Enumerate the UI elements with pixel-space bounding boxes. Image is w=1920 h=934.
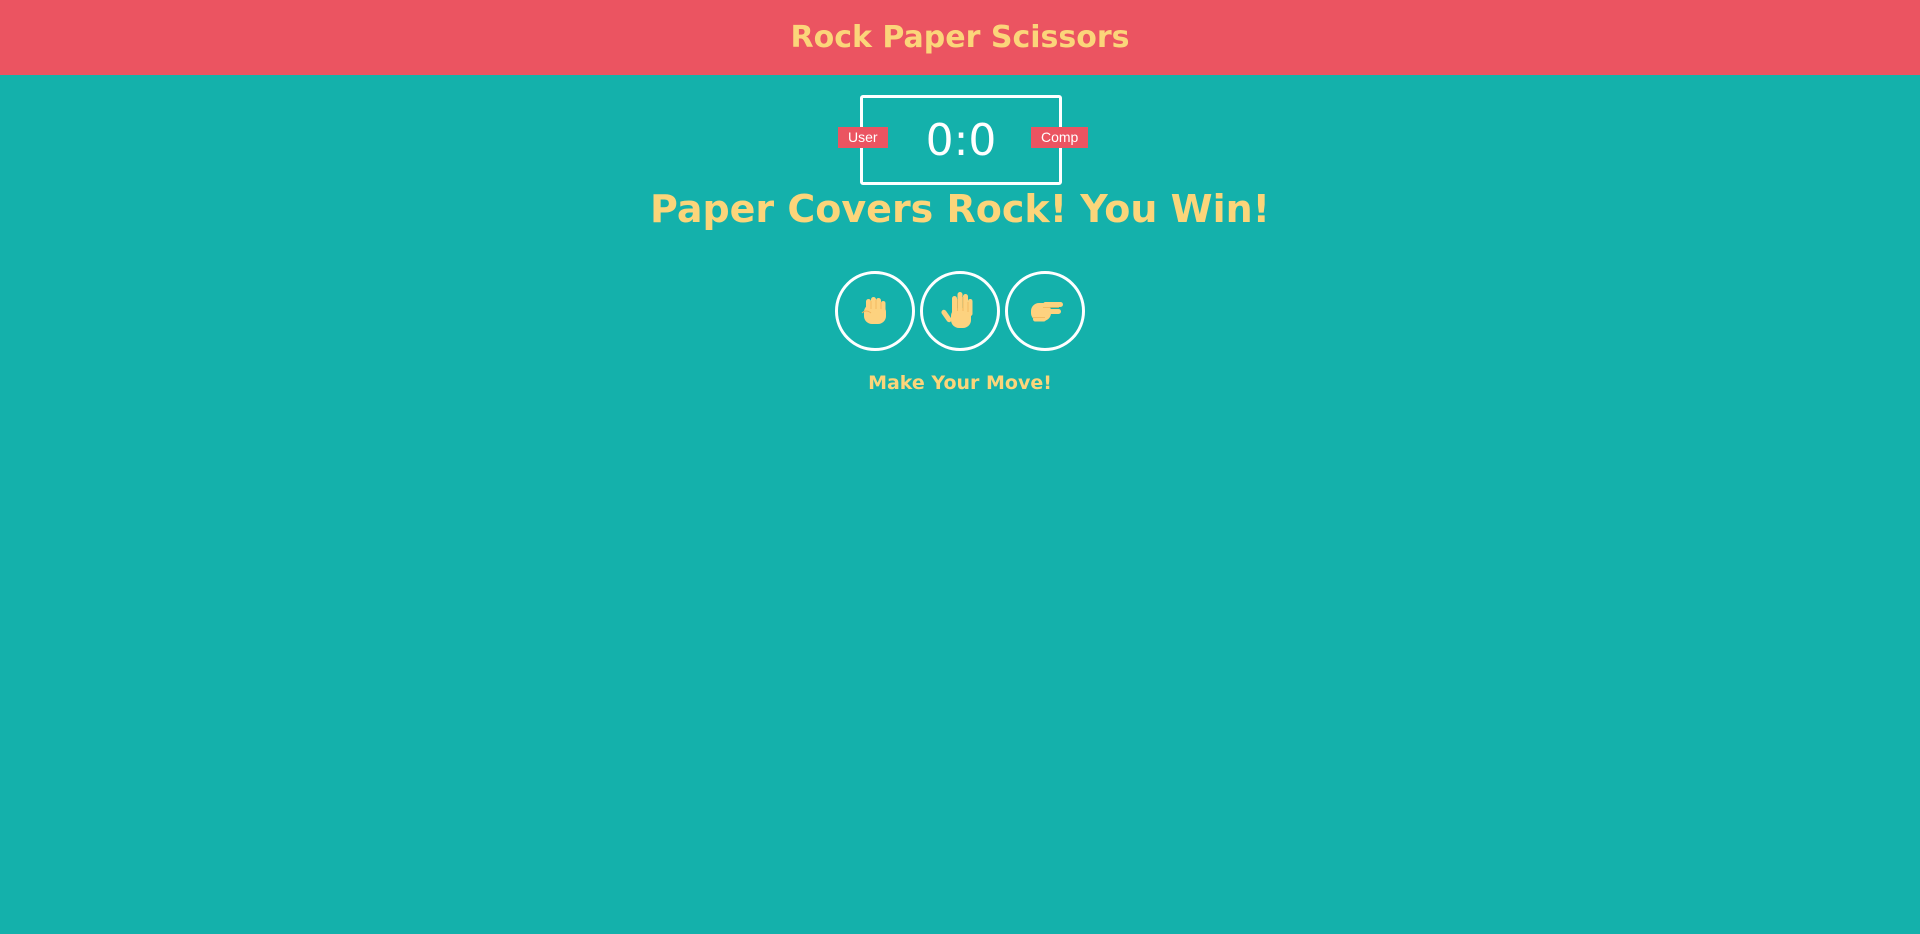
make-move-prompt: Make Your Move! <box>868 372 1052 394</box>
hand-icon <box>941 292 973 328</box>
result-message: Paper Covers Rock! You Win! <box>649 187 1270 231</box>
scoreboard-section: 0:0 User Comp <box>0 75 1920 185</box>
app-header: Rock Paper Scissors <box>0 0 1920 75</box>
scissors-button[interactable] <box>1005 271 1085 351</box>
app-title: Rock Paper Scissors <box>790 20 1130 55</box>
score-value: 0:0 <box>925 114 997 166</box>
fist-icon <box>861 297 886 324</box>
rock-button[interactable] <box>835 271 915 351</box>
user-badge: User <box>838 127 888 148</box>
choice-buttons <box>0 271 1920 351</box>
comp-badge: Comp <box>1031 127 1089 148</box>
victory-hand-icon <box>1031 302 1063 322</box>
paper-button[interactable] <box>920 271 1000 351</box>
